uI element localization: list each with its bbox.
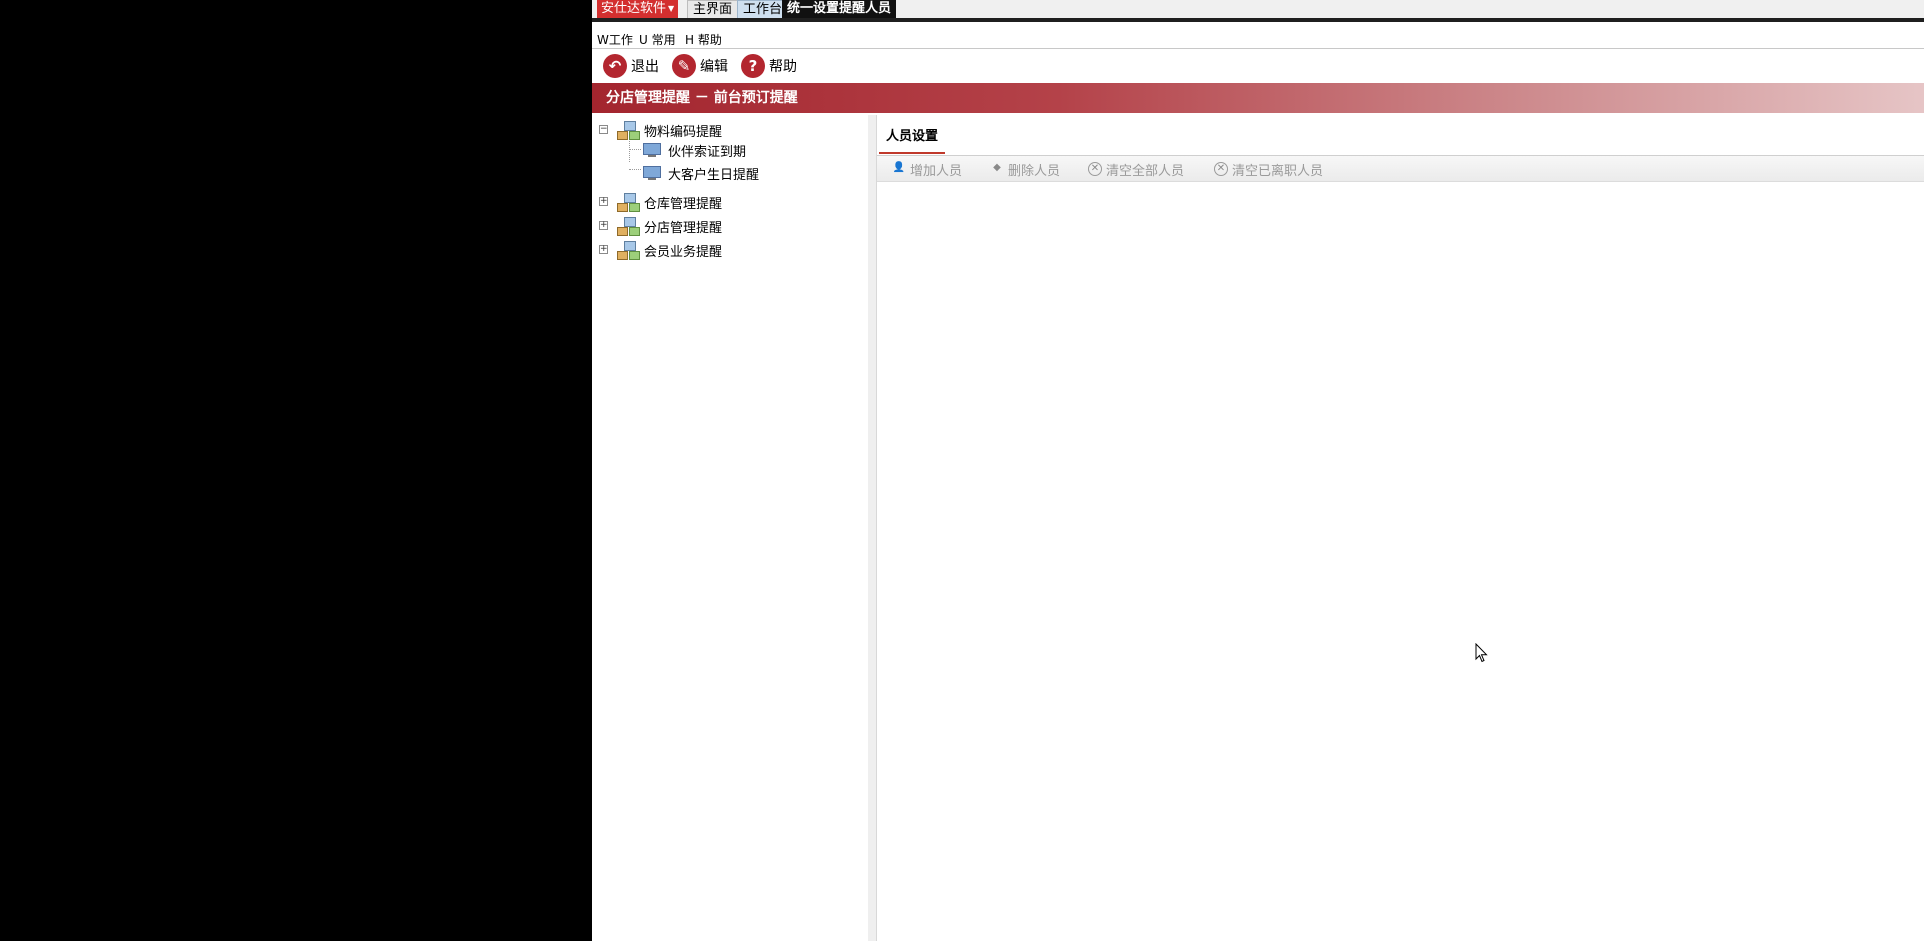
brand-menu-button[interactable]: 安仕达软件 ▼: [597, 0, 679, 18]
tab-workbench[interactable]: 工作台: [737, 0, 789, 18]
tab-main[interactable]: 主界面: [687, 0, 739, 18]
tree-node-label: 分店管理提醒: [644, 220, 723, 236]
dropdown-arrow-icon: ▼: [668, 4, 675, 13]
clear-resigned-label: 清空已离职人员: [1232, 163, 1324, 179]
tree-node-label: 物料编码提醒: [644, 124, 723, 140]
tree-node-warehouse[interactable]: 仓库管理提醒: [616, 192, 722, 212]
menu-item-help[interactable]: H 帮助: [685, 31, 722, 48]
clear-all-button[interactable]: ✕ 清空全部人员: [1088, 160, 1185, 179]
menu-bar: W工作 U 常用 H 帮助: [592, 30, 1924, 49]
pencil-icon: ✎: [672, 54, 696, 78]
expand-toggle-icon[interactable]: +: [599, 197, 608, 206]
edit-label: 编辑: [700, 59, 728, 75]
toolbar: ↶ 退出 ✎ 编辑 ? 帮助: [592, 52, 1924, 82]
folder-network-icon: [616, 192, 640, 212]
tree-connector: [629, 149, 641, 150]
staff-toolbar: 👤 增加人员 ◆ 删除人员 ✕ 清空全部人员 ✕ 清空已离职人员: [877, 156, 1924, 182]
add-person-button[interactable]: 👤 增加人员: [892, 160, 963, 179]
tab-header: 人员设置: [877, 115, 1924, 156]
reminder-tree: − 物料编码提醒 伙伴索证到期 大客户生日提醒 + 仓库管理提醒 + 分店管理提…: [592, 115, 869, 941]
tab-staff-settings[interactable]: 人员设置: [879, 127, 946, 154]
clear-all-icon: ✕: [1088, 162, 1102, 176]
clear-resigned-button[interactable]: ✕ 清空已离职人员: [1214, 160, 1324, 179]
tree-node-label: 会员业务提醒: [644, 244, 723, 260]
clear-resigned-icon: ✕: [1214, 162, 1228, 176]
tree-connector: [629, 169, 641, 170]
brand-label: 安仕达软件: [601, 1, 667, 16]
delete-person-button[interactable]: ◆ 删除人员: [990, 160, 1061, 179]
panel-splitter[interactable]: [868, 115, 877, 941]
exit-button[interactable]: ↶ 退出: [603, 54, 659, 78]
menu-item-work[interactable]: W工作: [597, 31, 633, 48]
delete-person-label: 删除人员: [1008, 163, 1061, 179]
edit-button[interactable]: ✎ 编辑: [672, 54, 728, 78]
folder-network-icon: [616, 240, 640, 260]
tree-node-label: 仓库管理提醒: [644, 196, 723, 212]
page-title-banner: 分店管理提醒 － 前台预订提醒: [592, 83, 1924, 113]
staff-settings-panel: 人员设置 👤 增加人员 ◆ 删除人员 ✕ 清空全部人员 ✕ 清空已离职人员: [877, 115, 1924, 941]
expand-toggle-icon[interactable]: +: [599, 221, 608, 230]
tree-leaf-label: 伙伴索证到期: [668, 144, 747, 160]
top-tab-strip: 安仕达软件 ▼ 主界面 工作台 统一设置提醒人员: [592, 0, 1924, 22]
staff-list-area[interactable]: [877, 182, 1924, 941]
menu-item-common[interactable]: U 常用: [639, 31, 676, 48]
collapse-toggle-icon[interactable]: −: [599, 125, 608, 134]
folder-network-icon: [616, 216, 640, 236]
tree-leaf-partner-license-expiry[interactable]: 伙伴索证到期: [643, 140, 746, 160]
help-button[interactable]: ? 帮助: [741, 54, 797, 78]
folder-network-icon: [616, 120, 640, 140]
clear-all-label: 清空全部人员: [1106, 163, 1185, 179]
help-label: 帮助: [769, 59, 797, 75]
tree-leaf-vip-birthday[interactable]: 大客户生日提醒: [643, 163, 759, 183]
tree-node-member[interactable]: 会员业务提醒: [616, 240, 722, 260]
expand-toggle-icon[interactable]: +: [599, 245, 608, 254]
tree-leaf-label: 大客户生日提醒: [668, 167, 760, 183]
tree-node-branch[interactable]: 分店管理提醒: [616, 216, 722, 236]
question-icon: ?: [741, 54, 765, 78]
exit-icon: ↶: [603, 54, 627, 78]
monitor-icon: [643, 165, 661, 181]
delete-person-icon: ◆: [993, 162, 1001, 173]
tree-node-material-code[interactable]: 物料编码提醒: [616, 120, 722, 140]
add-person-icon: 👤: [892, 162, 906, 173]
monitor-icon: [643, 142, 661, 158]
add-person-label: 增加人员: [910, 163, 963, 179]
tab-unified-reminder-settings[interactable]: 统一设置提醒人员: [782, 0, 897, 18]
app-window: 安仕达软件 ▼ 主界面 工作台 统一设置提醒人员 W工作 U 常用 H 帮助 ↶ …: [592, 0, 1924, 941]
exit-label: 退出: [631, 59, 659, 75]
